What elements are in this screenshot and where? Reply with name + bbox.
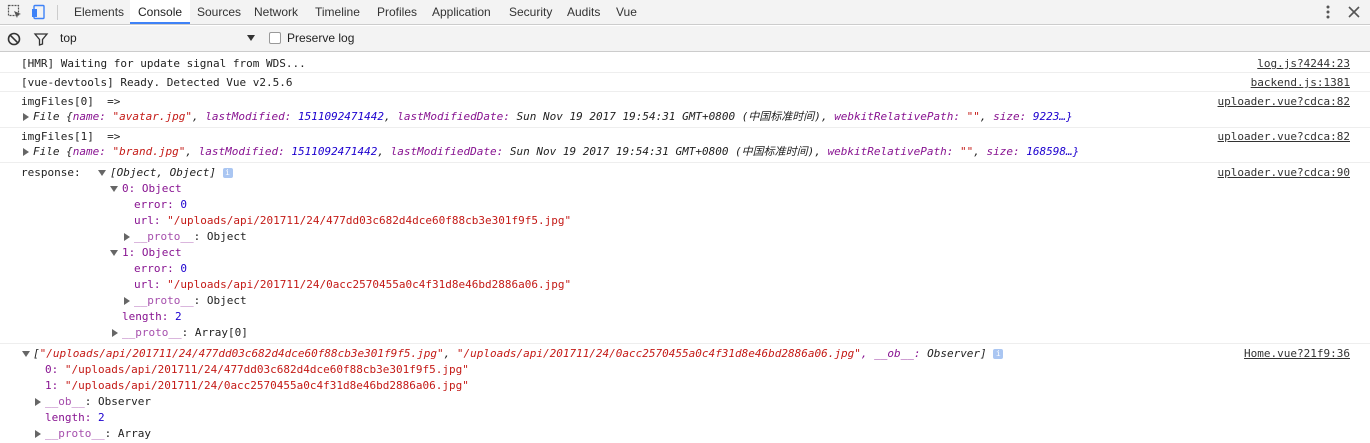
- property-length: length: 2: [122, 310, 182, 323]
- property-proto[interactable]: __proto__: Array: [45, 426, 151, 442]
- expand-triangle-icon[interactable]: [111, 329, 119, 337]
- file-object-preview[interactable]: File {name: "avatar.jpg", lastModified: …: [33, 109, 1073, 125]
- property-error: error: 0: [134, 262, 187, 275]
- property-ob[interactable]: __ob__: Observer: [45, 394, 151, 410]
- chevron-down-icon[interactable]: [246, 33, 256, 43]
- devtools-tab-bar: Elements Console Sources Network Timelin…: [0, 0, 1370, 25]
- expand-triangle-icon[interactable]: [22, 148, 30, 156]
- console-message-response: response: [Object, Object] i uploader.vu…: [0, 163, 1370, 344]
- tab-console[interactable]: Console: [130, 0, 191, 24]
- source-link[interactable]: Home.vue?21f9:36: [1244, 346, 1350, 362]
- message-text: [HMR] Waiting for update signal from WDS…: [21, 57, 306, 70]
- console-message-home: ["/uploads/api/201711/24/477dd03c682d4dc…: [0, 344, 1370, 443]
- array-summary[interactable]: [Object, Object] i: [110, 165, 233, 181]
- tab-sources[interactable]: Sources: [197, 0, 241, 24]
- source-link[interactable]: backend.js:1381: [1251, 75, 1350, 91]
- info-icon[interactable]: i: [222, 168, 233, 178]
- source-link[interactable]: log.js?4244:23: [1257, 56, 1350, 72]
- message-text: [vue-devtools] Ready. Detected Vue v2.5.…: [21, 76, 293, 89]
- message-label: imgFiles[1] =>: [21, 130, 121, 143]
- console-message-imgfiles-0: imgFiles[0] => uploader.vue?cdca:82 File…: [0, 92, 1370, 128]
- source-link[interactable]: uploader.vue?cdca:90: [1218, 165, 1350, 181]
- tab-audits[interactable]: Audits: [567, 0, 600, 24]
- filter-icon[interactable]: [33, 31, 49, 47]
- device-toolbar-icon[interactable]: [31, 4, 47, 20]
- context-selector-value[interactable]: top: [60, 31, 77, 45]
- preserve-log-label: Preserve log: [287, 31, 355, 45]
- collapse-triangle-icon[interactable]: [110, 249, 118, 257]
- message-label: response:: [21, 166, 81, 179]
- array-item-1: 1: "/uploads/api/201711/24/0acc2570455a0…: [45, 379, 469, 392]
- expand-triangle-icon[interactable]: [123, 233, 131, 241]
- property-proto[interactable]: __proto__: Object: [134, 293, 247, 309]
- info-icon[interactable]: i: [993, 349, 1004, 359]
- array-summary[interactable]: ["/uploads/api/201711/24/477dd03c682d4dc…: [33, 346, 1004, 362]
- more-options-icon[interactable]: [1320, 4, 1336, 20]
- file-object-preview[interactable]: File {name: "brand.jpg", lastModified: 1…: [33, 144, 1079, 160]
- console-toolbar: top Preserve log: [0, 26, 1370, 52]
- console-message-devtools: [vue-devtools] Ready. Detected Vue v2.5.…: [0, 73, 1370, 92]
- tree-node-1[interactable]: 1: Object: [122, 245, 182, 261]
- tab-application[interactable]: Application: [432, 0, 491, 24]
- expand-triangle-icon[interactable]: [22, 113, 30, 121]
- expand-triangle-icon[interactable]: [34, 398, 42, 406]
- expand-triangle-icon[interactable]: [34, 430, 42, 438]
- array-item-0: 0: "/uploads/api/201711/24/477dd03c682d4…: [45, 363, 469, 376]
- tab-elements[interactable]: Elements: [74, 0, 124, 24]
- tab-profiles[interactable]: Profiles: [377, 0, 417, 24]
- message-label: imgFiles[0] =>: [21, 95, 121, 108]
- property-proto[interactable]: __proto__: Array[0]: [122, 325, 248, 341]
- toolbar-separator: [57, 5, 58, 20]
- console-output: [HMR] Waiting for update signal from WDS…: [0, 52, 1370, 443]
- tab-timeline[interactable]: Timeline: [315, 0, 360, 24]
- tree-node-0[interactable]: 0: Object: [122, 181, 182, 197]
- preserve-log-checkbox[interactable]: [269, 32, 281, 44]
- property-error: error: 0: [134, 198, 187, 211]
- property-length: length: 2: [45, 411, 105, 424]
- expand-triangle-icon[interactable]: [123, 297, 131, 305]
- console-message-hmr: [HMR] Waiting for update signal from WDS…: [0, 55, 1370, 73]
- source-link[interactable]: uploader.vue?cdca:82: [1218, 129, 1350, 145]
- collapse-triangle-icon[interactable]: [110, 185, 118, 193]
- close-icon[interactable]: [1346, 4, 1362, 20]
- clear-console-icon[interactable]: [6, 31, 22, 47]
- inspect-element-icon[interactable]: [7, 4, 23, 20]
- tab-security[interactable]: Security: [509, 0, 552, 24]
- property-url: url: "/uploads/api/201711/24/0acc2570455…: [134, 278, 572, 291]
- tab-vue[interactable]: Vue: [616, 0, 637, 24]
- property-proto[interactable]: __proto__: Object: [134, 229, 247, 245]
- collapse-triangle-icon[interactable]: [22, 350, 30, 358]
- source-link[interactable]: uploader.vue?cdca:82: [1218, 94, 1350, 110]
- property-url: url: "/uploads/api/201711/24/477dd03c682…: [134, 214, 572, 227]
- console-message-imgfiles-1: imgFiles[1] => uploader.vue?cdca:82 File…: [0, 128, 1370, 163]
- collapse-triangle-icon[interactable]: [98, 169, 106, 177]
- tab-network[interactable]: Network: [254, 0, 298, 24]
